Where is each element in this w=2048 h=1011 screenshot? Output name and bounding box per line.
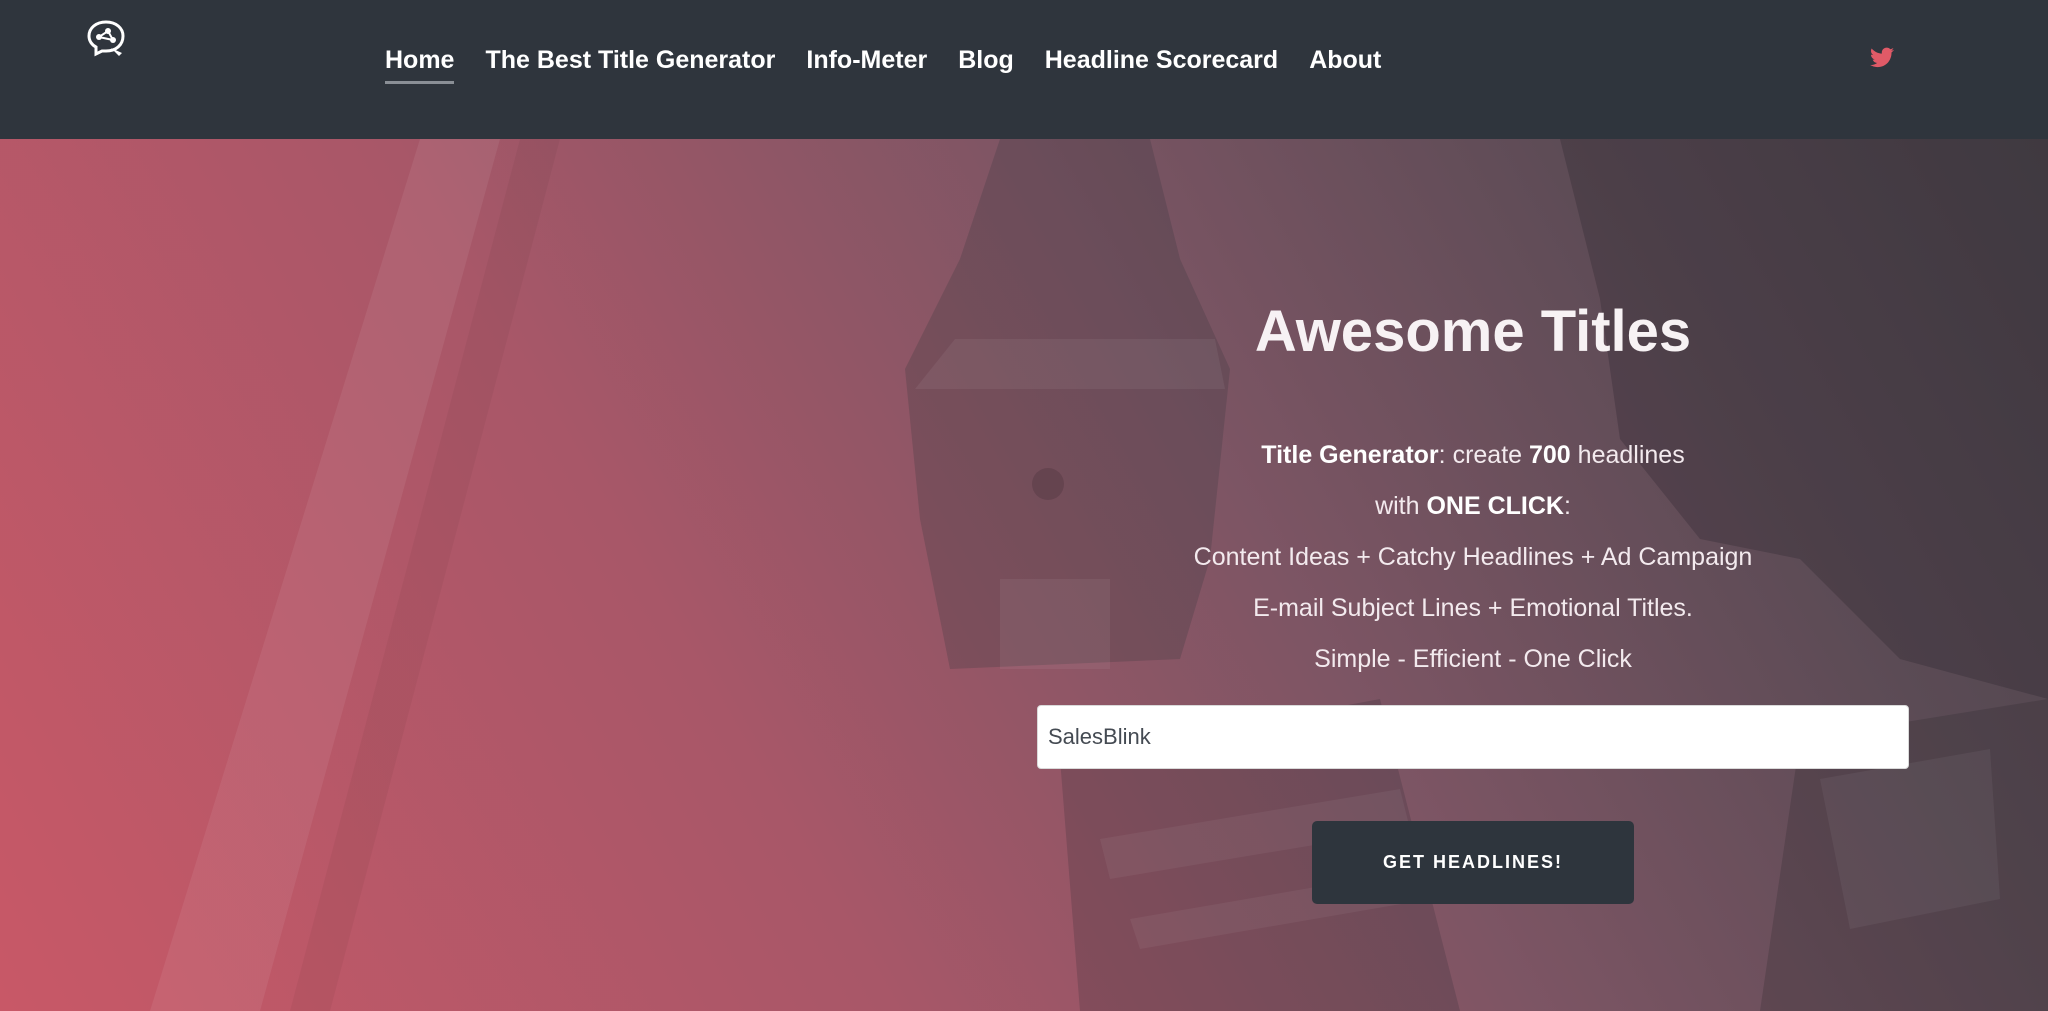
hero-line-2: with ONE CLICK:	[1037, 481, 1909, 532]
nav-item-info-meter[interactable]: Info-Meter	[806, 40, 927, 80]
keyword-input[interactable]	[1037, 705, 1909, 769]
hero-line-1: Title Generator: create 700 headlines	[1037, 430, 1909, 481]
hero-title: Awesome Titles	[1254, 299, 1692, 364]
hero-line-1-text: : create	[1438, 441, 1529, 469]
nav-item-title-generator[interactable]: The Best Title Generator	[485, 40, 775, 80]
brain-icon[interactable]	[84, 18, 128, 60]
hero-line-1-strong: Title Generator	[1261, 441, 1439, 469]
hero-line-2-tail: :	[1563, 492, 1571, 520]
hero-line-2-text: with	[1375, 492, 1427, 520]
navbar: Home The Best Title Generator Info-Meter…	[0, 0, 2048, 139]
page: Home The Best Title Generator Info-Meter…	[0, 0, 2048, 1011]
nav-item-home[interactable]: Home	[385, 40, 455, 84]
hero-line-2-strong: ONE CLICK	[1426, 492, 1564, 520]
nav-item-headline-scorecard[interactable]: Headline Scorecard	[1045, 40, 1278, 80]
hero-line-3: Content Ideas + Catchy Headlines + Ad Ca…	[1193, 543, 1753, 571]
hero-description: Title Generator: create 700 headlines wi…	[1037, 430, 1909, 685]
hero-line-1-count: 700	[1529, 441, 1571, 469]
twitter-icon[interactable]	[1870, 47, 1894, 68]
hero-line-5: Simple - Efficient - One Click	[1314, 645, 1632, 673]
hero-section: Awesome Titles Title Generator: create 7…	[0, 139, 2048, 1011]
nav-item-blog[interactable]: Blog	[958, 40, 1014, 80]
get-headlines-button[interactable]: GET HEADLINES!	[1312, 821, 1634, 904]
nav-item-about[interactable]: About	[1309, 40, 1381, 80]
hero-line-4: E-mail Subject Lines + Emotional Titles.	[1253, 594, 1693, 622]
main-nav: Home The Best Title Generator Info-Meter…	[385, 40, 1381, 84]
hero-line-1-tail: headlines	[1570, 441, 1685, 469]
